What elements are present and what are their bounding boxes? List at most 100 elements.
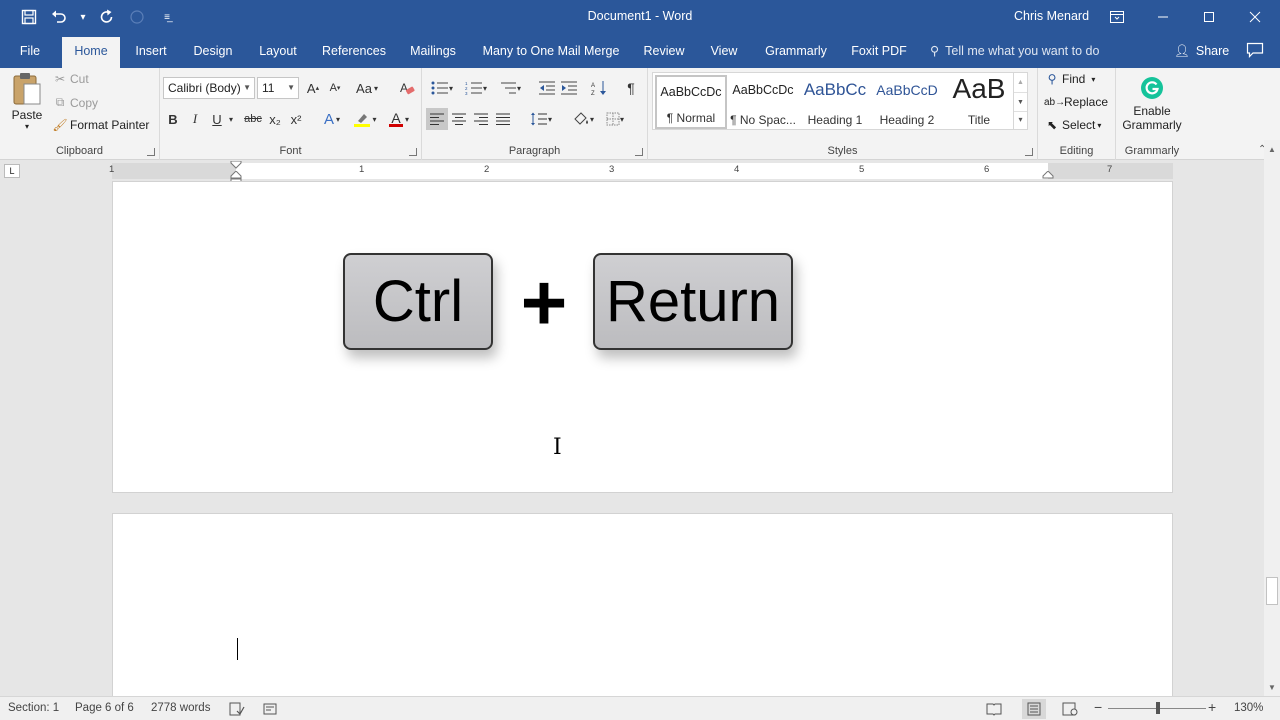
tab-grammarly[interactable]: Grammarly: [758, 34, 834, 68]
tab-view[interactable]: View: [702, 34, 746, 68]
undo-dropdown-button[interactable]: ▾: [74, 0, 92, 34]
user-name[interactable]: Chris Menard: [1014, 9, 1089, 23]
tab-insert[interactable]: Insert: [128, 34, 174, 68]
decrease-indent-button[interactable]: [536, 77, 558, 99]
bold-button[interactable]: B: [162, 108, 184, 130]
strikethrough-button[interactable]: abc: [240, 108, 266, 130]
document-area[interactable]: Ctrl + Return I: [0, 181, 1264, 696]
center-button[interactable]: [448, 108, 470, 130]
select-button[interactable]: ⬉ Select ▾: [1044, 118, 1101, 132]
clear-formatting-button[interactable]: A: [396, 77, 418, 99]
tab-references[interactable]: References: [318, 34, 390, 68]
scroll-thumb[interactable]: [1266, 577, 1278, 605]
superscript-button[interactable]: x²: [285, 108, 307, 130]
font-size-combo[interactable]: 11 ▼: [257, 77, 299, 99]
style-heading-2[interactable]: AaBbCcD Heading 2: [871, 75, 943, 129]
justify-button[interactable]: [492, 108, 514, 130]
numbering-button[interactable]: 1 2 3 ▾: [460, 77, 492, 99]
paste-button[interactable]: Paste ▾: [8, 72, 46, 140]
tab-layout[interactable]: Layout: [250, 34, 306, 68]
format-painter-button[interactable]: 🖌︎ Format Painter: [52, 118, 149, 132]
gallery-up-button[interactable]: ▲: [1014, 73, 1027, 92]
print-layout-button[interactable]: [1022, 699, 1046, 719]
redo-button[interactable]: [92, 0, 122, 34]
tab-design[interactable]: Design: [186, 34, 240, 68]
touch-mode-button[interactable]: [122, 0, 152, 34]
italic-button[interactable]: I: [184, 108, 206, 130]
maximize-button[interactable]: [1186, 0, 1232, 34]
align-left-button[interactable]: [426, 108, 448, 130]
style-normal[interactable]: AaBbCcDc ¶ Normal: [655, 75, 727, 129]
save-button[interactable]: [0, 0, 44, 34]
ribbon-display-options-button[interactable]: [1094, 0, 1140, 34]
tab-mailings[interactable]: Mailings: [402, 34, 464, 68]
macro-recording-button[interactable]: [263, 702, 277, 719]
style-heading-1[interactable]: AaBbCc Heading 1: [799, 75, 871, 129]
bullets-button[interactable]: ▾: [426, 77, 458, 99]
scroll-up-button[interactable]: ▲: [1264, 142, 1280, 158]
tab-file[interactable]: File: [10, 34, 50, 68]
page-indicator[interactable]: Page 6 of 6: [75, 702, 134, 714]
comments-button[interactable]: [1246, 42, 1264, 58]
underline-dropdown-button[interactable]: ▾: [224, 108, 238, 130]
tab-many-to-one-mail-merge[interactable]: Many to One Mail Merge: [478, 34, 624, 68]
web-layout-button[interactable]: [1062, 702, 1078, 719]
line-spacing-button[interactable]: ▾: [526, 108, 556, 130]
replace-button[interactable]: ab→ Replace: [1044, 95, 1108, 109]
highlight-color-button[interactable]: ▾: [350, 108, 380, 130]
style-title[interactable]: AaB Title: [943, 73, 1015, 129]
document-page[interactable]: Ctrl + Return I: [112, 181, 1173, 493]
font-name-combo[interactable]: Calibri (Body) ▼: [163, 77, 255, 99]
change-case-button[interactable]: Aa ▾: [352, 77, 382, 99]
minimize-button[interactable]: [1140, 0, 1186, 34]
tab-review[interactable]: Review: [638, 34, 690, 68]
paragraph-dialog-launcher[interactable]: [635, 148, 643, 156]
zoom-in-button[interactable]: +: [1208, 699, 1216, 715]
shading-button[interactable]: ▾: [568, 108, 598, 130]
text-effects-button[interactable]: A ▾: [318, 108, 346, 130]
return-key-image[interactable]: Return: [593, 253, 793, 350]
styles-dialog-launcher[interactable]: [1025, 148, 1033, 156]
right-indent-marker[interactable]: [1042, 171, 1054, 179]
horizontal-ruler[interactable]: 1 1 2 3 4 5 6 7: [109, 161, 1173, 183]
word-count[interactable]: 2778 words: [151, 702, 210, 714]
style-no-spacing[interactable]: AaBbCcDc ¶ No Spac...: [727, 75, 799, 129]
font-dialog-launcher[interactable]: [409, 148, 417, 156]
tab-selector-button[interactable]: L: [4, 164, 20, 178]
multilevel-list-button[interactable]: ▾: [494, 77, 526, 99]
subscript-button[interactable]: x₂: [264, 108, 286, 130]
sort-button[interactable]: AZ: [588, 77, 610, 99]
shrink-font-button[interactable]: A ▾: [324, 77, 346, 99]
vertical-scrollbar[interactable]: ▲ ▼: [1264, 140, 1280, 696]
tab-foxit-pdf[interactable]: Foxit PDF: [846, 34, 912, 68]
tell-me-search[interactable]: ⚲ Tell me what you want to do: [930, 34, 1099, 68]
close-button[interactable]: [1232, 0, 1278, 34]
scroll-down-button[interactable]: ▼: [1264, 680, 1280, 696]
customize-qat-button[interactable]: ≡̲: [152, 0, 182, 34]
ctrl-key-image[interactable]: Ctrl: [343, 253, 493, 350]
zoom-out-button[interactable]: −: [1094, 699, 1102, 715]
zoom-level[interactable]: 130%: [1234, 702, 1263, 714]
document-page[interactable]: [112, 513, 1173, 696]
first-line-indent-marker[interactable]: [230, 161, 242, 169]
grow-font-button[interactable]: A ▴: [302, 77, 324, 99]
increase-indent-button[interactable]: [558, 77, 580, 99]
share-button[interactable]: 👤︎ Share: [1174, 34, 1229, 68]
copy-button[interactable]: ⧉ Copy: [52, 95, 98, 110]
clipboard-dialog-launcher[interactable]: [147, 148, 155, 156]
gallery-more-button[interactable]: ▾: [1014, 111, 1027, 129]
enable-grammarly-button[interactable]: Enable Grammarly: [1120, 76, 1184, 132]
cut-button[interactable]: ✂ Cut: [52, 72, 89, 86]
font-color-button[interactable]: A ▾: [384, 108, 414, 130]
section-indicator[interactable]: Section: 1: [8, 702, 59, 714]
borders-button[interactable]: ▾: [600, 108, 630, 130]
tab-home[interactable]: Home: [62, 37, 120, 68]
find-button[interactable]: ⚲ Find ▾: [1044, 72, 1096, 86]
align-right-button[interactable]: [470, 108, 492, 130]
read-mode-button[interactable]: [986, 702, 1002, 719]
zoom-slider-thumb[interactable]: [1156, 702, 1160, 714]
gallery-down-button[interactable]: ▼: [1014, 92, 1027, 111]
proofing-button[interactable]: [229, 702, 245, 719]
show-formatting-marks-button[interactable]: ¶: [620, 77, 642, 99]
undo-button[interactable]: [44, 0, 74, 34]
